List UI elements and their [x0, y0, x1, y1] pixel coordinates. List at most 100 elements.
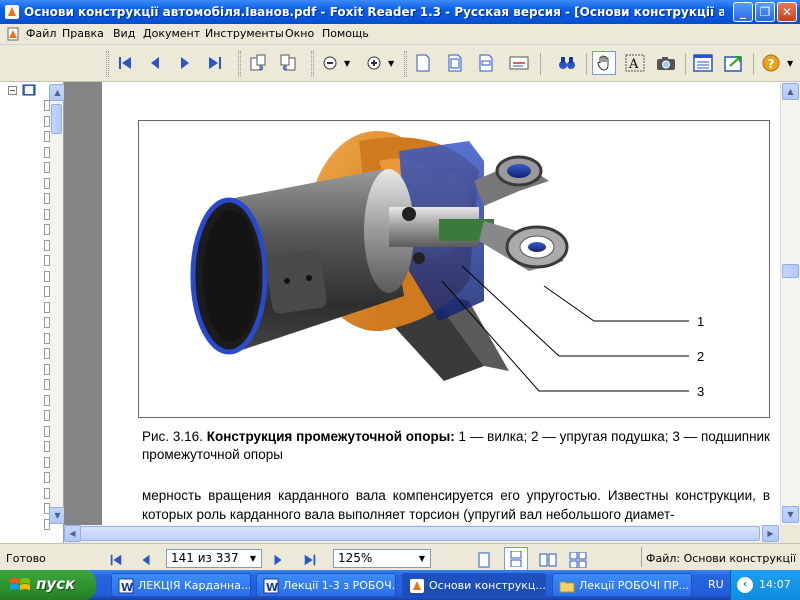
select-text-icon[interactable]: A — [623, 51, 647, 75]
status-first-page-icon[interactable] — [104, 548, 128, 572]
zoom-in-icon[interactable] — [362, 51, 386, 75]
svg-text:A: A — [628, 57, 639, 72]
maximize-button[interactable]: ❐ — [755, 2, 775, 22]
pdf-page[interactable]: 1 2 3 Рис. 3.16. Конструкция промежуточн… — [102, 82, 780, 525]
start-button[interactable]: пуск — [0, 570, 96, 600]
task-label: Лекції РОБОЧІ ПР... — [579, 579, 689, 592]
snapshot-camera-icon[interactable] — [654, 51, 678, 75]
hand-tool-icon[interactable] — [592, 51, 616, 75]
horizontal-scroll-thumb[interactable] — [80, 526, 760, 541]
status-previous-page-icon[interactable] — [134, 548, 158, 572]
clock: 14:07 — [759, 578, 791, 591]
help-icon[interactable]: ? — [759, 51, 783, 75]
last-page-icon[interactable] — [203, 51, 227, 75]
document-vertical-scrollbar[interactable]: ▲ ▼ — [780, 82, 800, 525]
figure-intermediate-support: 1 2 3 — [138, 120, 770, 418]
rotate-counterclockwise-icon[interactable] — [276, 51, 300, 75]
task-foxit-reader[interactable]: Основи конструкц... — [402, 573, 546, 597]
foxit-app-icon — [5, 5, 19, 19]
find-binoculars-icon[interactable] — [555, 51, 579, 75]
window-title: Основи конструкції автомобіля.Іванов.pdf… — [24, 5, 724, 19]
status-next-page-icon[interactable] — [266, 548, 290, 572]
task-label: Лекції 1-3 з РОБОЧ... — [283, 579, 396, 592]
show-hidden-icons-icon[interactable]: ‹ — [737, 577, 753, 593]
callout-1: 1 — [697, 314, 704, 329]
taskbar: пуск W ЛЕКЦІЯ Карданна... W Лекції 1-3 з… — [0, 570, 800, 600]
caption-title: Конструкция промежуточной опоры: — [206, 429, 455, 444]
continuous-view-icon[interactable] — [504, 547, 528, 571]
minimize-button[interactable]: _ — [733, 2, 753, 22]
language-indicator[interactable]: RU — [708, 578, 724, 591]
svg-text:W: W — [121, 581, 133, 594]
actual-size-icon[interactable] — [411, 51, 435, 75]
document-icon[interactable] — [6, 27, 20, 41]
svg-text:W: W — [266, 581, 278, 594]
zoom-out-icon[interactable] — [318, 51, 342, 75]
word-icon: W — [118, 578, 134, 594]
page-number-field[interactable]: 141 из 337 ▼ — [166, 549, 262, 568]
menu-window[interactable]: Окно — [285, 27, 314, 40]
menu-document[interactable]: Документ — [143, 27, 200, 40]
bookmark-book-icon — [22, 84, 36, 96]
callout-2: 2 — [697, 349, 704, 364]
close-button[interactable]: ✕ — [777, 2, 797, 22]
status-file-name: Файл: Основи конструкції авто — [646, 552, 800, 565]
previous-page-icon[interactable] — [143, 51, 167, 75]
menu-tools[interactable]: Инструменты — [205, 27, 284, 40]
toolbar: ▼ ▼ A ? ▼ — [0, 45, 800, 82]
start-label: пуск — [36, 575, 76, 593]
title-bar[interactable]: Основи конструкції автомобіля.Іванов.pdf… — [0, 0, 800, 24]
zoom-in-dropdown-icon[interactable]: ▼ — [388, 59, 394, 68]
first-page-icon[interactable] — [113, 51, 137, 75]
document-margin — [64, 82, 102, 525]
scroll-right-icon[interactable]: ▶ — [762, 525, 779, 542]
fit-page-icon[interactable] — [443, 51, 467, 75]
foxit-icon — [410, 579, 424, 593]
windows-logo-icon — [10, 578, 30, 590]
task-folder[interactable]: Лекції РОБОЧІ ПР... — [552, 573, 692, 597]
document-horizontal-scrollbar[interactable]: ◀ ▶ — [64, 525, 780, 542]
task-label: Основи конструкц... — [429, 579, 546, 592]
task-label: ЛЕКЦІЯ Карданна... — [138, 579, 251, 592]
task-lecture-word[interactable]: W ЛЕКЦІЯ Карданна... — [111, 573, 251, 597]
fit-width-icon[interactable] — [474, 51, 498, 75]
vertical-scroll-thumb[interactable] — [782, 264, 799, 278]
body-paragraph: мерность вращения карданного вала компен… — [142, 488, 770, 522]
page-dropdown-icon[interactable]: ▼ — [246, 551, 260, 566]
continuous-facing-view-icon[interactable] — [566, 548, 590, 572]
system-tray: ‹ 14:07 — [730, 570, 800, 600]
scroll-down-icon[interactable]: ▼ — [782, 506, 799, 523]
facing-view-icon[interactable] — [536, 548, 560, 572]
status-last-page-icon[interactable] — [298, 548, 322, 572]
fit-visible-icon[interactable] — [507, 51, 531, 75]
bookmarks-scrollbar[interactable]: ▲ ▼ — [49, 84, 66, 524]
bookmarks-panel-icon[interactable] — [691, 51, 715, 75]
menu-view[interactable]: Вид — [113, 27, 135, 40]
menu-bar: Файл Правка Вид Документ Инструменты Окн… — [0, 24, 800, 60]
menu-edit[interactable]: Правка — [62, 27, 104, 40]
zoom-field[interactable]: 125% ▼ — [333, 549, 431, 568]
next-page-icon[interactable] — [173, 51, 197, 75]
rotate-clockwise-icon[interactable] — [246, 51, 270, 75]
tree-collapse-icon[interactable]: − — [8, 86, 17, 95]
single-page-view-icon[interactable] — [472, 548, 496, 572]
bookmarks-scroll-thumb[interactable] — [51, 104, 62, 134]
scroll-up-icon[interactable]: ▲ — [782, 83, 799, 100]
status-ready: Готово — [6, 552, 46, 565]
export-icon[interactable] — [722, 51, 746, 75]
callout-3: 3 — [697, 384, 704, 399]
status-bar: Готово 141 из 337 ▼ 125% ▼ Файл: Основи ко… — [0, 543, 800, 572]
menu-help[interactable]: Помощь — [322, 27, 369, 40]
svg-text:?: ? — [768, 57, 775, 71]
task-lectures-word[interactable]: W Лекції 1-3 з РОБОЧ... — [256, 573, 396, 597]
folder-icon — [559, 581, 575, 593]
zoom-dropdown-icon[interactable]: ▼ — [415, 551, 429, 566]
caption-prefix: Рис. 3.16. — [142, 429, 203, 444]
help-dropdown-icon[interactable]: ▼ — [787, 59, 793, 68]
zoom-out-dropdown-icon[interactable]: ▼ — [344, 59, 350, 68]
page-indicator: 141 из 337 — [171, 551, 239, 565]
zoom-value: 125% — [338, 551, 373, 565]
menu-file[interactable]: Файл — [26, 27, 56, 40]
scroll-left-icon[interactable]: ◀ — [64, 525, 81, 542]
figure-caption: Рис. 3.16. Конструкция промежуточной опо… — [142, 428, 770, 464]
